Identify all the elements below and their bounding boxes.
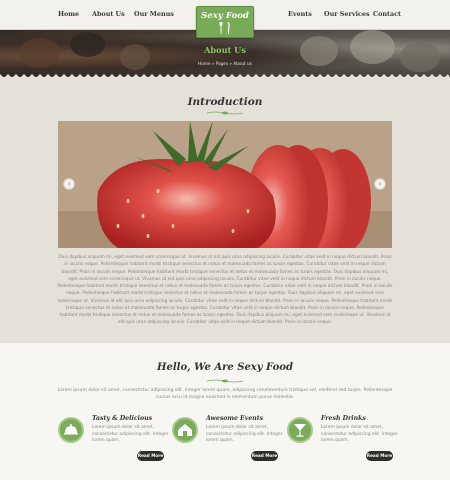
chevron-left-icon: ‹ xyxy=(67,180,71,188)
cloche-icon xyxy=(64,424,78,435)
slider-prev-button[interactable]: ‹ xyxy=(63,178,75,190)
nav-our-services[interactable]: Our Services xyxy=(324,10,370,18)
page-title: About Us xyxy=(204,45,246,55)
nav-events[interactable]: Events xyxy=(288,10,312,18)
fork-knife-icon xyxy=(219,22,230,34)
image-slider[interactable]: ‹ › xyxy=(58,121,392,248)
chevron-right-icon: › xyxy=(378,180,382,188)
about-section: Hello, We Are Sexy Food Lorem ipsum dolo… xyxy=(0,343,450,480)
feature-fresh-drinks: Fresh Drinks Lorem ipsum dolor sit amet,… xyxy=(287,413,417,473)
introduction-section: Introduction ‹ › Duis dapibus aliquam mi… xyxy=(0,78,450,343)
nav-contact[interactable]: Contact xyxy=(373,10,401,18)
feature-icon-circle xyxy=(58,417,84,443)
logo-text: Sexy Food xyxy=(201,11,249,21)
about-lead-text: Lorem ipsum dolor sit amet, consectetur … xyxy=(57,388,393,401)
nav-about-us[interactable]: About Us xyxy=(92,10,125,18)
feature-title: Fresh Drinks xyxy=(321,415,366,422)
read-more-button[interactable]: Read More xyxy=(137,451,164,461)
feature-icon-circle xyxy=(172,417,198,443)
feature-title: Awesome Events xyxy=(206,415,264,422)
feature-awesome-events: Awesome Events Lorem ipsum dolor sit ame… xyxy=(172,413,302,473)
section-title-introduction: Introduction xyxy=(187,96,263,108)
section-title-hello: Hello, We Are Sexy Food xyxy=(157,362,293,373)
leaf-ornament-icon xyxy=(206,379,244,383)
site-logo[interactable]: Sexy Food xyxy=(196,6,254,38)
feature-icon-circle xyxy=(287,417,313,443)
feature-text: Lorem ipsum dolor sit amet, consectetur … xyxy=(321,425,398,444)
feature-tasty-delicious: Tasty & Delicious Lorem ipsum dolor sit … xyxy=(58,413,188,473)
nav-home[interactable]: Home xyxy=(58,10,79,18)
read-more-button[interactable]: Read More xyxy=(366,451,393,461)
introduction-paragraph: Duis dapibus aliquam mi, eget euismod se… xyxy=(57,255,393,326)
house-icon xyxy=(178,424,192,436)
breadcrumb: Home » Pages » About us xyxy=(198,61,252,66)
leaf-ornament-icon xyxy=(206,111,244,115)
feature-title: Tasty & Delicious xyxy=(92,415,153,422)
strawberry-image xyxy=(58,121,392,248)
nav-our-menus[interactable]: Our Menus xyxy=(134,10,174,18)
read-more-button[interactable]: Read More xyxy=(251,451,278,461)
feature-text: Lorem ipsum dolor sit amet, consectetur … xyxy=(206,425,283,444)
feature-text: Lorem ipsum dolor sit amet, consectetur … xyxy=(92,425,169,444)
slider-next-button[interactable]: › xyxy=(374,178,386,190)
cocktail-icon xyxy=(294,424,306,437)
